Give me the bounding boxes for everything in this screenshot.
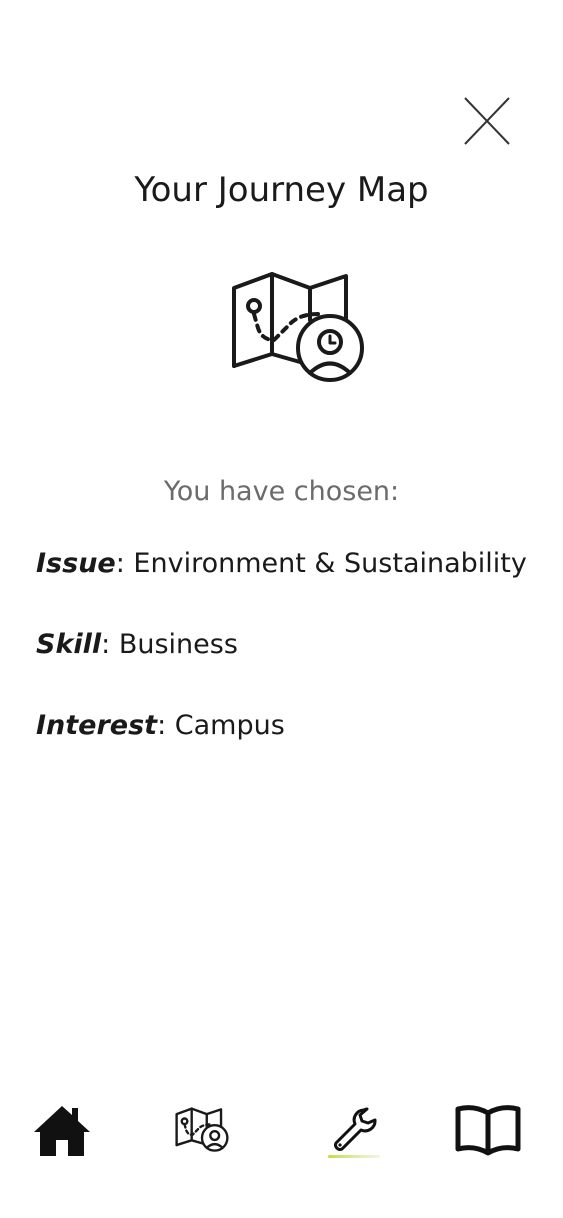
journey-map-icon [175, 1107, 229, 1152]
wrench-icon [334, 1107, 377, 1151]
close-button[interactable] [460, 94, 514, 148]
journey-map-hero [228, 270, 368, 386]
choice-interest: Interest: Campus [36, 708, 285, 744]
bottom-nav [0, 1090, 563, 1170]
journey-map-icon [232, 272, 364, 382]
chosen-intro: You have chosen: [163, 476, 400, 507]
interest-value: : Campus [157, 710, 285, 741]
nav-book-button[interactable] [448, 1090, 528, 1170]
nav-journey-map-button[interactable] [162, 1090, 242, 1170]
nav-active-indicator [328, 1155, 380, 1158]
close-icon [464, 97, 510, 145]
issue-value: : Environment & Sustainability [115, 548, 527, 579]
page-title: Your Journey Map [134, 170, 429, 210]
nav-home-button[interactable] [22, 1090, 102, 1170]
nav-tools-button[interactable] [314, 1090, 394, 1170]
choice-skill: Skill: Business [36, 627, 238, 663]
skill-label: Skill [36, 629, 102, 660]
skill-value: : Business [101, 629, 238, 660]
home-icon [34, 1106, 90, 1156]
choice-issue: Issue: Environment & Sustainability [36, 546, 527, 582]
book-icon [455, 1105, 521, 1156]
interest-label: Interest [36, 710, 158, 741]
issue-label: Issue [36, 548, 116, 579]
